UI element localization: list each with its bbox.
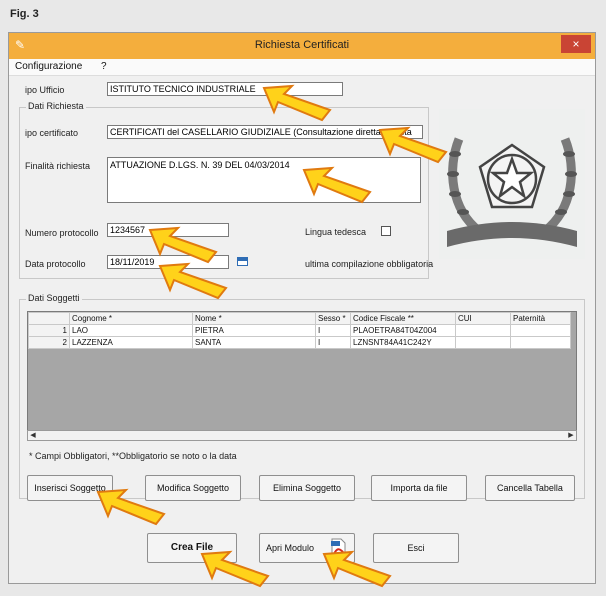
italian-republic-emblem	[439, 109, 585, 259]
scroll-right-icon[interactable]: ▶	[566, 431, 576, 440]
numero-protocollo-label: Numero protocollo	[25, 228, 99, 238]
importa-da-file-button[interactable]: Importa da file	[371, 475, 467, 501]
cell-cui[interactable]	[455, 336, 511, 349]
window-title: Richiesta Certificati	[254, 39, 350, 51]
callout-arrow-icon	[96, 488, 166, 526]
elimina-soggetto-button[interactable]: Elimina Soggetto	[259, 475, 355, 501]
row-number: 1	[28, 324, 70, 337]
cell-paternita[interactable]	[510, 324, 571, 337]
column-header[interactable]: Codice Fiscale **	[350, 312, 456, 325]
cell-nome[interactable]: SANTA	[192, 336, 316, 349]
menu-configurazione[interactable]: Configurazione	[15, 61, 82, 72]
cell-cognome[interactable]: LAZZENZA	[69, 336, 193, 349]
dati-soggetti-title: Dati Soggetti	[26, 293, 82, 303]
close-button[interactable]: ×	[561, 35, 591, 53]
cell-cognome[interactable]: LAO	[69, 324, 193, 337]
title-bar: ✎ Richiesta Certificati ×	[9, 33, 595, 59]
required-fields-note: * Campi Obbligatori, **Obbligatorio se n…	[29, 451, 237, 461]
cell-sesso[interactable]: I	[315, 324, 351, 337]
finalita-label: Finalità richiesta	[25, 161, 91, 171]
tipo-ufficio-label: ipo Ufficio	[25, 85, 65, 95]
tipo-certificato-field[interactable]: CERTIFICATI del CASELLARIO GIUDIZIALE (C…	[107, 125, 423, 139]
cell-sesso[interactable]: I	[315, 336, 351, 349]
callout-arrow-icon	[262, 84, 332, 122]
column-header[interactable]: Nome *	[192, 312, 316, 325]
lingua-tedesca-checkbox[interactable]	[381, 226, 391, 236]
row-number: 2	[28, 336, 70, 349]
menu-help[interactable]: ?	[101, 61, 107, 72]
table-header-row: Cognome * Nome * Sesso * Codice Fiscale …	[28, 312, 571, 325]
lingua-tedesca-label: Lingua tedesca	[305, 227, 367, 237]
apri-modulo-label: Apri Modulo	[266, 543, 315, 553]
figure-label: Fig. 3	[10, 8, 39, 20]
tipo-certificato-label: ipo certificato	[25, 128, 79, 138]
horizontal-scrollbar[interactable]: ◀ ▶	[27, 430, 577, 441]
data-protocollo-label: Data protocollo	[25, 259, 86, 269]
cell-nome[interactable]: PIETRA	[192, 324, 316, 337]
scroll-left-icon[interactable]: ◀	[28, 431, 38, 440]
cell-cui[interactable]	[455, 324, 511, 337]
column-header[interactable]: Cognome *	[69, 312, 193, 325]
callout-arrow-icon	[158, 262, 228, 300]
column-header[interactable]: CUI	[455, 312, 511, 325]
cell-codice-fiscale[interactable]: PLAOETRA84T04Z004	[350, 324, 456, 337]
callout-arrow-icon	[302, 166, 372, 204]
column-header[interactable]: Paternità	[510, 312, 571, 325]
cell-codice-fiscale[interactable]: LZNSNT84A41C242Y	[350, 336, 456, 349]
callout-arrow-icon	[378, 126, 448, 164]
compilazione-label: ultima compilazione obbligatoria	[305, 259, 434, 269]
column-header[interactable]	[28, 312, 70, 325]
soggetti-table[interactable]: Cognome * Nome * Sesso * Codice Fiscale …	[27, 311, 577, 441]
menu-bar: Configurazione ?	[9, 59, 595, 76]
callout-arrow-icon	[322, 550, 392, 588]
table-row[interactable]: 2 LAZZENZA SANTA I LZNSNT84A41C242Y	[28, 336, 571, 349]
table-row[interactable]: 1 LAO PIETRA I PLAOETRA84T04Z004	[28, 324, 571, 337]
column-header[interactable]: Sesso *	[315, 312, 351, 325]
dati-richiesta-title: Dati Richiesta	[26, 101, 86, 111]
callout-arrow-icon	[200, 550, 270, 588]
cancella-tabella-button[interactable]: Cancella Tabella	[485, 475, 575, 501]
calendar-icon[interactable]	[237, 257, 248, 266]
cell-paternita[interactable]	[510, 336, 571, 349]
